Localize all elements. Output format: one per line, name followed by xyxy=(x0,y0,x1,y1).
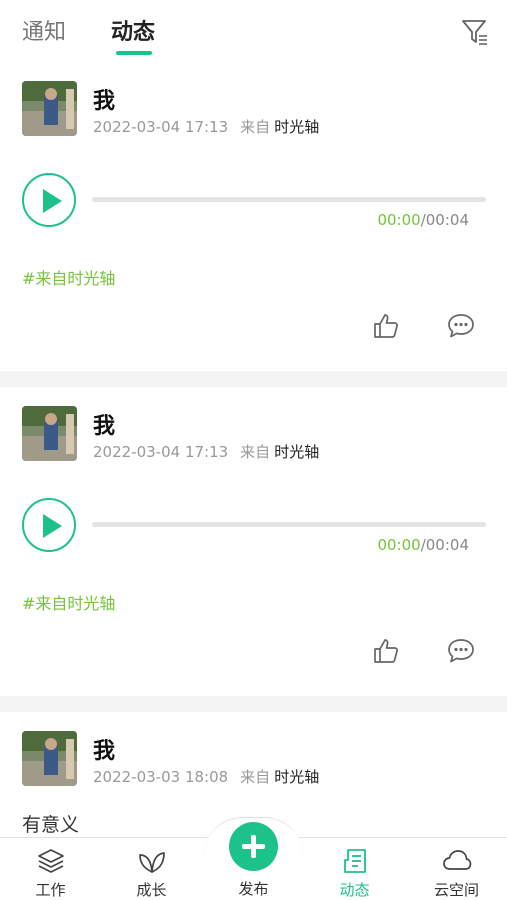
play-icon xyxy=(43,189,62,213)
source-label: 来自 xyxy=(240,768,271,786)
avatar[interactable] xyxy=(22,406,77,461)
post-card: 我 2022-03-04 17:13 来自 时光轴 00:00/00:04 #来自时… xyxy=(0,387,507,696)
audio-duration: 00:04 xyxy=(425,536,469,554)
top-tab-bar: 通知 动态 xyxy=(0,0,507,62)
nav-item-feed[interactable]: 动态 xyxy=(304,838,405,900)
source-name[interactable]: 时光轴 xyxy=(274,768,319,786)
post-datetime: 2022-03-03 18:08 xyxy=(93,768,229,786)
comment-icon[interactable] xyxy=(447,313,475,339)
filter-icon[interactable] xyxy=(459,16,491,48)
nav-item-work[interactable]: 工作 xyxy=(0,838,101,900)
nav-label-work: 工作 xyxy=(35,881,66,899)
source-name[interactable]: 时光轴 xyxy=(274,443,319,461)
nav-label-publish: 发布 xyxy=(238,880,269,898)
active-tab-indicator xyxy=(116,51,152,55)
audio-time: 00:00/00:04 xyxy=(377,211,469,229)
thumbs-up-icon[interactable] xyxy=(372,312,400,340)
feed-list[interactable]: 我 2022-03-04 17:13 来自 时光轴 00:00/00:04 #来自时… xyxy=(0,62,507,837)
audio-duration: 00:04 xyxy=(425,211,469,229)
publish-button[interactable] xyxy=(229,822,278,871)
tab-notifications[interactable]: 通知 xyxy=(22,14,66,46)
post-datetime: 2022-03-04 17:13 xyxy=(93,118,229,136)
post-meta: 2022-03-03 18:08 来自 时光轴 xyxy=(93,766,319,787)
author-name[interactable]: 我 xyxy=(93,733,115,765)
play-icon xyxy=(43,514,62,538)
nav-label-cloud: 云空间 xyxy=(433,881,479,899)
audio-current-time: 00:00 xyxy=(377,536,421,554)
cloud-icon xyxy=(442,847,472,875)
nav-label-growth: 成长 xyxy=(136,881,167,899)
leaf-icon xyxy=(137,847,167,875)
post-text: 有意义 xyxy=(22,814,80,836)
post-tag[interactable]: #来自时光轴 xyxy=(22,590,115,614)
post-datetime: 2022-03-04 17:13 xyxy=(93,443,229,461)
avatar[interactable] xyxy=(22,81,77,136)
post-card: 我 2022-03-04 17:13 来自 时光轴 00:00/00:04 #来自时… xyxy=(0,62,507,371)
layers-icon xyxy=(36,847,66,875)
audio-progress-bar[interactable] xyxy=(92,197,486,202)
audio-current-time: 00:00 xyxy=(377,211,421,229)
audio-progress-bar[interactable] xyxy=(92,522,486,527)
tab-feed[interactable]: 动态 xyxy=(111,14,155,46)
play-button[interactable] xyxy=(22,498,76,552)
comment-icon[interactable] xyxy=(447,638,475,664)
author-name[interactable]: 我 xyxy=(93,408,115,440)
nav-label-feed: 动态 xyxy=(339,881,370,899)
document-icon xyxy=(340,847,370,875)
author-name[interactable]: 我 xyxy=(93,83,115,115)
post-meta: 2022-03-04 17:13 来自 时光轴 xyxy=(93,441,319,462)
thumbs-up-icon[interactable] xyxy=(372,637,400,665)
play-button[interactable] xyxy=(22,173,76,227)
post-tag[interactable]: #来自时光轴 xyxy=(22,265,115,289)
source-name[interactable]: 时光轴 xyxy=(274,118,319,136)
post-meta: 2022-03-04 17:13 来自 时光轴 xyxy=(93,116,319,137)
source-label: 来自 xyxy=(240,118,271,136)
nav-item-cloud[interactable]: 云空间 xyxy=(406,838,507,900)
audio-time: 00:00/00:04 xyxy=(377,536,469,554)
avatar[interactable] xyxy=(22,731,77,786)
nav-item-growth[interactable]: 成长 xyxy=(101,838,202,900)
source-label: 来自 xyxy=(240,443,271,461)
